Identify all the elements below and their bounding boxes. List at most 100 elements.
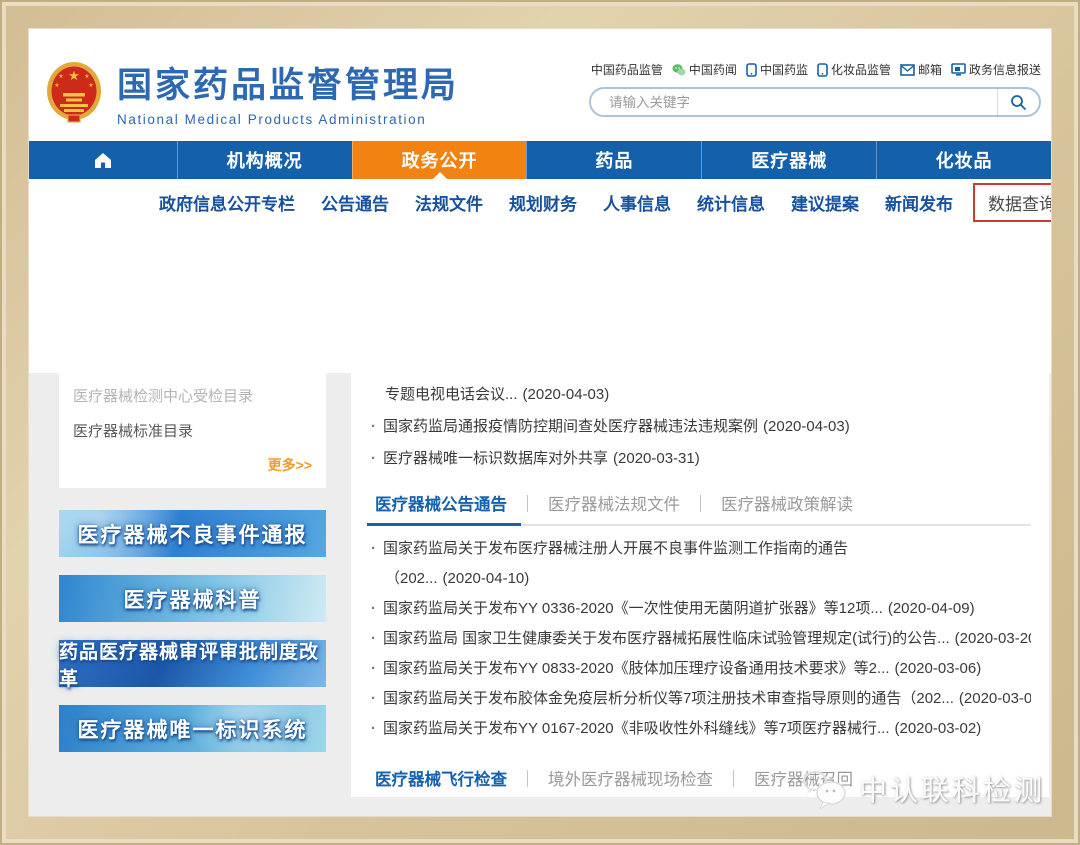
phone-icon (817, 62, 828, 77)
subnav-item-proposals[interactable]: 建议提案 (791, 190, 859, 215)
top-news-list: 专题电视电话会议... (2020-04-03) · 国家药监局通报疫情防控期间… (369, 379, 1031, 475)
quick-link-label: 邮箱 (917, 63, 942, 77)
nav-item-gov-affairs[interactable]: 政务公开 (351, 141, 527, 179)
tab-flight-inspection[interactable]: 医疗器械飞行检查 (369, 766, 527, 790)
svg-text:★: ★ (58, 73, 63, 80)
news-date: (2020-03-06) (894, 660, 982, 677)
news-date: (2020-03-31) (613, 450, 700, 467)
svg-text:★: ★ (68, 68, 80, 83)
brand-titles: 国家药品监督管理局 National Medical Products Admi… (117, 57, 459, 127)
header-right: 中国药品监管 中国药闻 中国药监 化妆品监管 邮箱 政务信息报送 请输入关键字 (589, 61, 1041, 141)
active-tab-pointer (432, 172, 447, 179)
news-item[interactable]: · 国家药监局关于发布YY 0833-2020《肢体加压理疗设备通用技术要求》等… (369, 654, 1031, 684)
news-title: 国家药监局关于发布胶体金免疫层析分析仪等7项注册技术审查指导原则的通告（202.… (383, 690, 954, 707)
quick-link-weibo[interactable]: 中国药品监管 (589, 61, 663, 78)
bullet: · (371, 418, 376, 435)
news-date: (2020-04-09) (887, 600, 975, 617)
subnav-item-personnel[interactable]: 人事信息 (603, 190, 671, 215)
news-date: (2020-04-03) (522, 386, 610, 403)
bullet: · (371, 660, 376, 677)
tab-device-policy[interactable]: 医疗器械政策解读 (701, 491, 873, 515)
page: ★ ★ ★ ★ ★ 国家药品监督管理局 National Medical Pro… (28, 28, 1052, 817)
bullet: · (371, 540, 376, 557)
news-item[interactable]: · 国家药监局关于发布YY 0167-2020《非吸收性外科缝线》等7项医疗器械… (369, 714, 1031, 744)
nav-item-label: 政务公开 (401, 151, 478, 171)
national-emblem-icon: ★ ★ ★ ★ ★ (47, 62, 101, 123)
news-item[interactable]: · 国家药监局 国家卫生健康委关于发布医疗器械拓展性临床试验管理规定(试行)的公… (369, 624, 1031, 654)
news-item[interactable]: · 国家药监局关于发布胶体金免疫层析分析仪等7项注册技术审查指导原则的通告（20… (369, 684, 1031, 714)
quick-links: 中国药品监管 中国药闻 中国药监 化妆品监管 邮箱 政务信息报送 (589, 61, 1041, 78)
banner-adverse-event-reports[interactable]: 医疗器械不良事件通报 (59, 510, 326, 557)
bullet: · (371, 690, 376, 707)
news-title: 国家药监局关于发布医疗器械注册人开展不良事件监测工作指南的通告 (383, 540, 849, 557)
announcement-news-list: · 国家药监局关于发布医疗器械注册人开展不良事件监测工作指南的通告 （202..… (369, 534, 1031, 744)
monitor-icon (951, 62, 966, 76)
news-item[interactable]: 专题电视电话会议... (2020-04-03) (369, 379, 1031, 411)
news-title: 国家药监局通报疫情防控期间查处医疗器械违法违规案例 (383, 418, 759, 435)
news-item[interactable]: · 国家药监局关于发布医疗器械注册人开展不良事件监测工作指南的通告 (369, 534, 1031, 564)
news-title: 专题电视电话会议... (385, 386, 518, 403)
quick-link-mail[interactable]: 邮箱 (900, 61, 942, 78)
banner-device-science[interactable]: 医疗器械科普 (59, 575, 326, 622)
sidebar: 医疗器械检测中心受检目录 医疗器械标准目录 更多>> 医疗器械不良事件通报 医疗… (59, 373, 326, 816)
more-link[interactable]: 更多>> (73, 455, 312, 475)
bullet: · (371, 600, 376, 617)
nav-item-cosmetics[interactable]: 化妆品 (876, 141, 1051, 179)
site-subtitle: National Medical Products Administration (117, 112, 427, 127)
banner-review-reform[interactable]: 药品医疗器械审评审批制度改革 (59, 640, 326, 690)
news-date: (2020-04-03) (763, 418, 850, 435)
news-item[interactable]: · 国家药监局关于发布YY 0336-2020《一次性使用无菌阴道扩张器》等12… (369, 594, 1031, 624)
search-input[interactable] (591, 94, 997, 110)
subnav-item-statistics[interactable]: 统计信息 (697, 190, 765, 215)
phone-icon (746, 62, 757, 77)
search-button[interactable] (997, 89, 1039, 115)
wechat-icon (672, 63, 686, 75)
home-icon (94, 153, 111, 168)
news-title: 国家药监局关于发布YY 0336-2020《一次性使用无菌阴道扩张器》等12项.… (383, 600, 883, 617)
brand: ★ ★ ★ ★ ★ 国家药品监督管理局 National Medical Pro… (45, 43, 459, 141)
quick-link-cosmetics[interactable]: 化妆品监管 (817, 61, 891, 78)
empty-area (29, 225, 1051, 373)
tab-device-recall[interactable]: 医疗器械召回 (734, 766, 873, 790)
subnav-item-regulations[interactable]: 法规文件 (415, 190, 483, 215)
subnav-item-planning-finance[interactable]: 规划财务 (509, 190, 577, 215)
news-title: 国家药监局关于发布YY 0167-2020《非吸收性外科缝线》等7项医疗器械行.… (383, 720, 890, 737)
quick-link-report[interactable]: 政务信息报送 (951, 61, 1041, 78)
nav-item-home[interactable] (29, 141, 177, 179)
subnav-item-data-query-highlighted[interactable]: 数据查询 (973, 182, 1051, 222)
sidebar-list-card: 医疗器械检测中心受检目录 医疗器械标准目录 更多>> (59, 373, 326, 488)
news-item-wrap-line[interactable]: （202... (2020-04-10) (369, 564, 1031, 594)
tabbar-inspections: 医疗器械飞行检查 境外医疗器械现场检查 医疗器械召回 (369, 756, 1031, 797)
banner-udi-system[interactable]: 医疗器械唯一标识系统 (59, 705, 326, 752)
subnav-item-gov-info[interactable]: 政府信息公开专栏 (159, 190, 295, 215)
main-panel: 专题电视电话会议... (2020-04-03) · 国家药监局通报疫情防控期间… (351, 373, 1049, 797)
subnav-item-announcements[interactable]: 公告通告 (321, 190, 389, 215)
nav-item-medical-devices[interactable]: 医疗器械 (701, 141, 876, 179)
mail-icon (900, 63, 915, 76)
svg-text:★: ★ (54, 82, 59, 89)
nav-item-about[interactable]: 机构概况 (176, 141, 352, 179)
header: ★ ★ ★ ★ ★ 国家药品监督管理局 National Medical Pro… (29, 29, 1051, 141)
site-title: 国家药品监督管理局 (117, 66, 460, 105)
news-item[interactable]: · 医疗器械唯一标识数据库对外共享 (2020-03-31) (369, 443, 1031, 475)
quick-link-wechat[interactable]: 中国药闻 (672, 61, 737, 78)
svg-text:★: ★ (84, 73, 89, 80)
nav-item-drugs[interactable]: 药品 (526, 141, 701, 179)
main-navbar: 机构概况 政务公开 药品 医疗器械 化妆品 (29, 141, 1051, 179)
news-title: 国家药监局 国家卫生健康委关于发布医疗器械拓展性临床试验管理规定(试行)的公告.… (383, 630, 950, 647)
content-region: 医疗器械检测中心受检目录 医疗器械标准目录 更多>> 医疗器械不良事件通报 医疗… (29, 373, 1051, 816)
sidebar-item-standards-catalog[interactable]: 医疗器械标准目录 (73, 412, 312, 447)
tab-device-regulations[interactable]: 医疗器械法规文件 (528, 491, 700, 515)
news-title: （202... (385, 570, 438, 587)
svg-text:★: ★ (88, 82, 93, 89)
tab-overseas-inspection[interactable]: 境外医疗器械现场检查 (528, 766, 733, 790)
news-item[interactable]: · 国家药监局通报疫情防控期间查处医疗器械违法违规案例 (2020-04-03) (369, 411, 1031, 443)
tab-device-announcements[interactable]: 医疗器械公告通告 (367, 491, 527, 526)
sidebar-item-testing-center-catalog[interactable]: 医疗器械检测中心受检目录 (73, 377, 312, 412)
quick-link-label: 中国药闻 (688, 63, 737, 77)
quick-link-label: 中国药品监管 (590, 63, 663, 77)
news-date: (2020-04-10) (442, 570, 530, 587)
quick-link-app[interactable]: 中国药监 (746, 61, 808, 78)
subnav-item-news-release[interactable]: 新闻发布 (885, 190, 953, 215)
bullet: · (371, 450, 376, 467)
